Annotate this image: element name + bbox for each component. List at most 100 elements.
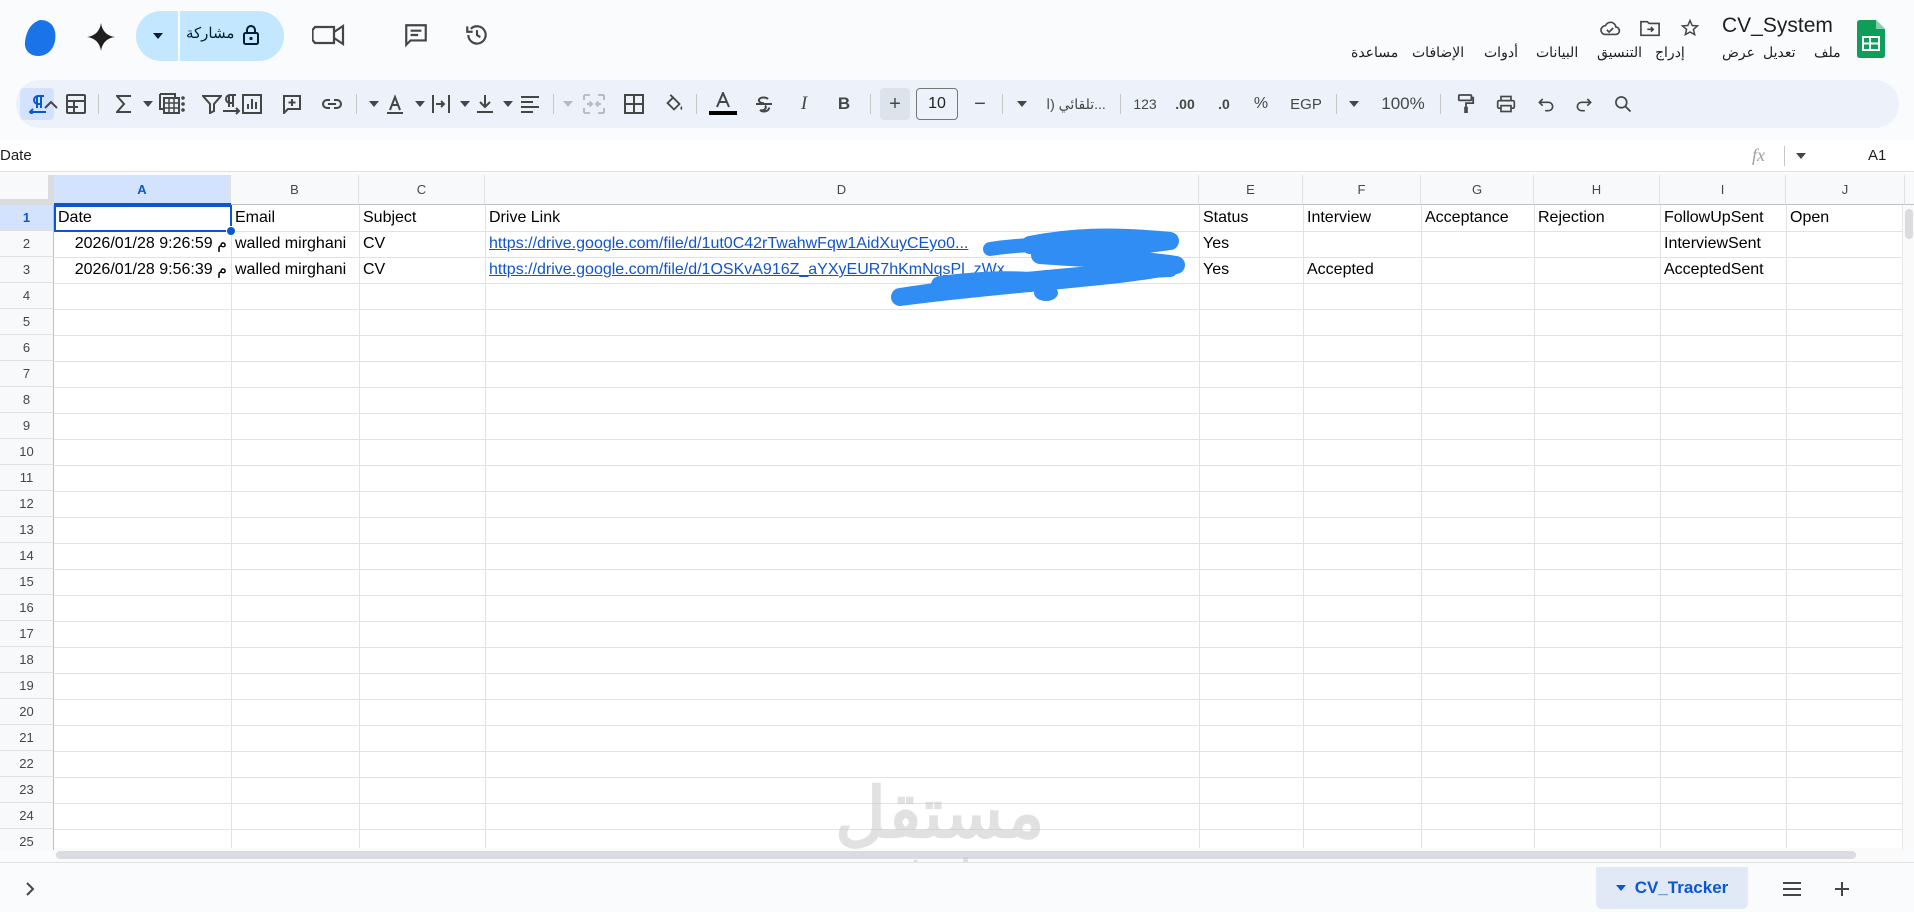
row-header-23[interactable]: 23: [0, 777, 54, 803]
cell-c3[interactable]: CV: [359, 257, 485, 283]
all-sheets-icon[interactable]: [1776, 873, 1808, 905]
bold-button[interactable]: B: [828, 88, 860, 120]
italic-button[interactable]: I: [788, 88, 820, 120]
add-sheet-icon[interactable]: [1826, 873, 1858, 905]
decrease-decimal-button[interactable]: .0: [1208, 88, 1240, 120]
menu-insert[interactable]: إدراج: [1655, 44, 1685, 61]
cell-b1[interactable]: Email: [231, 205, 359, 231]
row-header-4[interactable]: 4: [0, 283, 54, 309]
vertical-scrollbar[interactable]: [1902, 205, 1914, 850]
cell-e3[interactable]: Yes: [1199, 257, 1303, 283]
name-box-caret-icon[interactable]: [1796, 153, 1806, 159]
cell-i1[interactable]: FollowUpSent: [1660, 205, 1786, 231]
increase-decimal-button[interactable]: .00: [1168, 88, 1202, 120]
row-header-3[interactable]: 3: [0, 257, 54, 283]
cell-a3[interactable]: م 9:56:39 2026/01/28: [54, 257, 231, 283]
text-rotation-button[interactable]: [380, 88, 410, 120]
column-header-e[interactable]: E: [1199, 175, 1303, 205]
fill-handle[interactable]: [226, 226, 236, 236]
cell-b3[interactable]: walled mirghani: [231, 257, 359, 283]
cell-c1[interactable]: Subject: [359, 205, 485, 231]
insert-link-button[interactable]: [316, 88, 348, 120]
merge-caret-icon[interactable]: [560, 88, 576, 120]
sheet-tab-cv-tracker[interactable]: CV_Tracker: [1596, 867, 1748, 909]
column-header-j[interactable]: J: [1786, 175, 1905, 205]
star-icon[interactable]: [1678, 16, 1702, 40]
sheet-tab-caret-icon[interactable]: [1615, 885, 1626, 891]
menu-extensions[interactable]: الإضافات: [1412, 44, 1464, 61]
menu-view[interactable]: عرض: [1722, 44, 1755, 61]
row-header-21[interactable]: 21: [0, 725, 54, 751]
font-family-select[interactable]: تلقائي (ا...: [1036, 88, 1116, 120]
cell-i2[interactable]: InterviewSent: [1660, 231, 1786, 257]
text-wrapping-button[interactable]: [426, 88, 456, 120]
row-header-5[interactable]: 5: [0, 309, 54, 335]
column-header-g[interactable]: G: [1421, 175, 1534, 205]
row-header-19[interactable]: 19: [0, 673, 54, 699]
cell-f1[interactable]: Interview: [1303, 205, 1421, 231]
row-header-22[interactable]: 22: [0, 751, 54, 777]
cell-f3[interactable]: Accepted: [1303, 257, 1421, 283]
strikethrough-button[interactable]: [748, 88, 780, 120]
left-to-right-button[interactable]: [0, 88, 12, 120]
menu-file[interactable]: ملف: [1814, 44, 1841, 61]
row-header-17[interactable]: 17: [0, 621, 54, 647]
column-header-c[interactable]: C: [359, 175, 485, 205]
paint-format-button[interactable]: [1450, 88, 1482, 120]
share-dropdown-caret-icon[interactable]: [148, 26, 168, 46]
more-options-icon[interactable]: [171, 88, 195, 120]
row-header-8[interactable]: 8: [0, 387, 54, 413]
comments-icon[interactable]: [401, 20, 431, 50]
row-header-9[interactable]: 9: [0, 413, 54, 439]
row-header-2[interactable]: 2: [0, 231, 54, 257]
column-header-h[interactable]: H: [1534, 175, 1660, 205]
menu-help[interactable]: مساعدة: [1351, 44, 1398, 61]
name-box[interactable]: A1: [1868, 147, 1886, 164]
menu-edit[interactable]: تعديل: [1763, 44, 1796, 61]
move-folder-icon[interactable]: [1638, 16, 1662, 40]
vertical-align-caret-icon[interactable]: [458, 88, 472, 120]
column-header-d[interactable]: D: [485, 175, 1199, 205]
horizontal-align-caret-icon[interactable]: [500, 88, 516, 120]
cell-j1[interactable]: Open: [1786, 205, 1905, 231]
font-size-box[interactable]: 10: [916, 88, 958, 120]
row-header-7[interactable]: 7: [0, 361, 54, 387]
text-color-button[interactable]: [706, 88, 740, 120]
sheets-logo-icon[interactable]: [1855, 18, 1887, 60]
meet-video-icon[interactable]: [311, 20, 347, 50]
more-formats-button[interactable]: 123: [1128, 88, 1162, 120]
row-header-14[interactable]: 14: [0, 543, 54, 569]
row-header-18[interactable]: 18: [0, 647, 54, 673]
ltr-text-direction-button[interactable]: [216, 88, 248, 120]
menu-data[interactable]: البيانات: [1536, 44, 1578, 61]
version-history-icon[interactable]: [462, 20, 492, 50]
vertical-scrollbar-thumb[interactable]: [1905, 209, 1913, 239]
vertical-align-button[interactable]: [470, 88, 500, 120]
search-menus-button[interactable]: [1606, 88, 1640, 120]
row-header-12[interactable]: 12: [0, 491, 54, 517]
cell-c2[interactable]: CV: [359, 231, 485, 257]
row-header-10[interactable]: 10: [0, 439, 54, 465]
zoom-dropdown-caret-icon[interactable]: [1344, 88, 1364, 120]
select-all-corner[interactable]: [0, 175, 54, 205]
spreadsheet-grid[interactable]: A B C D E F G H I J 1 2 3 4 5 6 7 8 9 10: [0, 175, 1914, 850]
increase-font-size-button[interactable]: +: [880, 88, 910, 120]
row-header-24[interactable]: 24: [0, 803, 54, 829]
collapse-toolbar-chevron-icon[interactable]: [36, 88, 66, 120]
column-header-k[interactable]: [1905, 175, 1914, 205]
filter-views-caret-icon[interactable]: [140, 88, 156, 120]
cloud-saved-icon[interactable]: [1598, 16, 1622, 40]
row-header-1[interactable]: 1: [0, 205, 54, 231]
cell-i3[interactable]: AcceptedSent: [1660, 257, 1786, 283]
cell-e2[interactable]: Yes: [1199, 231, 1303, 257]
redo-button[interactable]: [1568, 88, 1600, 120]
cell-h1[interactable]: Rejection: [1534, 205, 1660, 231]
row-header-25[interactable]: 25: [0, 829, 54, 850]
percent-format-button[interactable]: %: [1246, 88, 1276, 120]
fill-color-button[interactable]: [658, 88, 690, 120]
column-header-a[interactable]: A: [54, 175, 231, 205]
side-panel-toggle-icon[interactable]: [16, 875, 44, 903]
row-header-11[interactable]: 11: [0, 465, 54, 491]
row-header-16[interactable]: 16: [0, 595, 54, 621]
row-header-13[interactable]: 13: [0, 517, 54, 543]
